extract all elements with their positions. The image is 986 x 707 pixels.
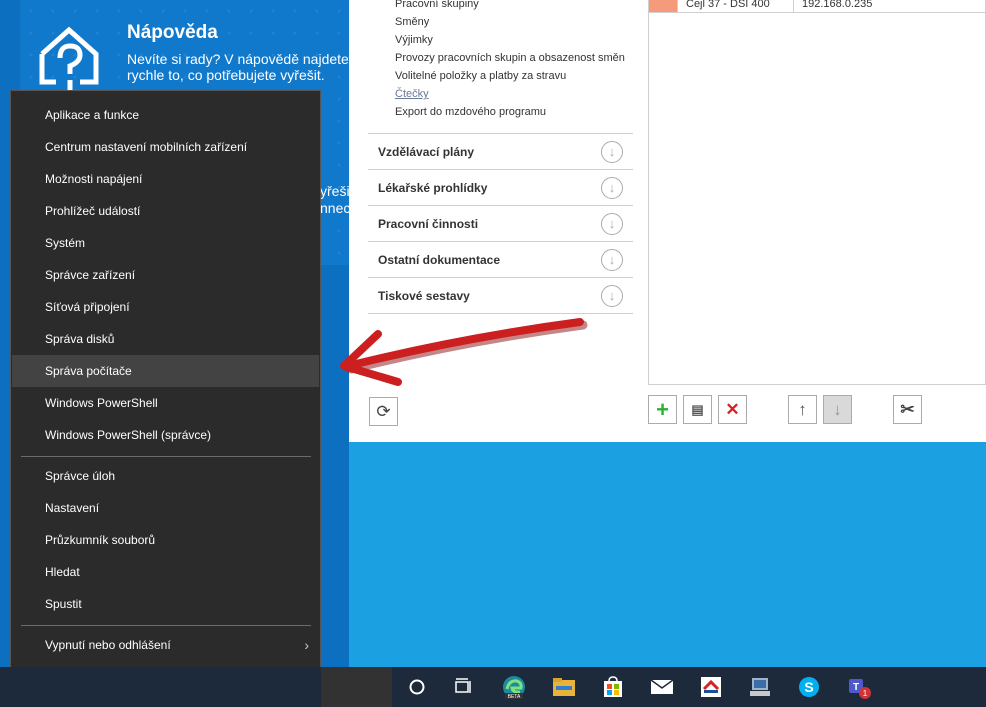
accordion-label: Vzdělávací plány bbox=[378, 144, 475, 159]
edit-button[interactable]: ▤ bbox=[683, 395, 712, 424]
tools-icon: ✂ bbox=[900, 399, 915, 419]
menu-separator bbox=[21, 625, 311, 626]
help-fragment-text: yřeši nnec bbox=[320, 183, 349, 217]
chevron-right-icon: › bbox=[304, 637, 309, 653]
help-text-line: Nevíte si rady? V nápovědě najdete bbox=[127, 51, 349, 67]
teams-icon[interactable]: T1 bbox=[845, 673, 873, 701]
store-icon[interactable] bbox=[599, 673, 627, 701]
menu-item-file-explorer[interactable]: Průzkumník souborů bbox=[12, 524, 319, 556]
accordion-item[interactable]: Vzdělávací plány ↓ bbox=[368, 134, 633, 170]
help-text-line: rychle to, co potřebujete vyřešit. bbox=[127, 67, 325, 83]
accordion-item[interactable]: Lékařské prohlídky ↓ bbox=[368, 170, 633, 206]
task-view-icon[interactable] bbox=[450, 673, 478, 701]
accordion-item[interactable]: Pracovní činnosti ↓ bbox=[368, 206, 633, 242]
close-icon: ✕ bbox=[725, 399, 740, 419]
accordion-item[interactable]: Tiskové sestavy ↓ bbox=[368, 278, 633, 314]
network-app-icon[interactable] bbox=[746, 673, 774, 701]
move-down-button[interactable]: ↓ bbox=[823, 395, 852, 424]
sub-link-exceptions[interactable]: Výjimky bbox=[395, 31, 625, 49]
sub-link-shifts[interactable]: Směny bbox=[395, 13, 625, 31]
skype-icon[interactable]: S bbox=[795, 673, 823, 701]
help-title: Nápověda bbox=[127, 22, 218, 43]
svg-text:S: S bbox=[804, 679, 813, 695]
arrow-down-icon: ↓ bbox=[833, 399, 842, 419]
delete-button[interactable]: ✕ bbox=[718, 395, 747, 424]
menu-item-event-viewer[interactable]: Prohlížeč událostí bbox=[12, 195, 319, 227]
expand-icon[interactable]: ↓ bbox=[601, 212, 623, 235]
menu-item-powershell-admin[interactable]: Windows PowerShell (správce) bbox=[12, 419, 319, 451]
app-icon[interactable] bbox=[697, 673, 725, 701]
menu-item-powershell[interactable]: Windows PowerShell bbox=[12, 387, 319, 419]
menu-item-disk-management[interactable]: Správa disků bbox=[12, 323, 319, 355]
menu-item-network-connections[interactable]: Síťová připojení bbox=[12, 291, 319, 323]
svg-text:T: T bbox=[853, 682, 859, 693]
sub-link-work-groups[interactable]: Pracovní skupiny bbox=[395, 0, 625, 13]
menu-item-apps-features[interactable]: Aplikace a funkce bbox=[12, 99, 319, 131]
add-button[interactable]: + bbox=[648, 395, 677, 424]
plus-icon: + bbox=[656, 396, 669, 422]
expand-icon[interactable]: ↓ bbox=[601, 284, 623, 307]
menu-item-power-options[interactable]: Možnosti napájení bbox=[12, 163, 319, 195]
help-logo-icon bbox=[39, 26, 99, 90]
sub-link-operations[interactable]: Provozy pracovních skupin a obsazenost s… bbox=[395, 49, 625, 67]
menu-item-settings[interactable]: Nastavení bbox=[12, 492, 319, 524]
start-context-menu: Aplikace a funkce Centrum nastavení mobi… bbox=[10, 90, 321, 703]
accordion-label: Tiskové sestavy bbox=[378, 288, 470, 303]
edge-beta-icon[interactable]: BETA bbox=[500, 673, 528, 701]
table-row[interactable]: Čejl 37 - DSI 400 192.168.0.235 bbox=[649, 0, 986, 13]
menu-item-system[interactable]: Systém bbox=[12, 227, 319, 259]
menu-item-run[interactable]: Spustit bbox=[12, 588, 319, 620]
menu-item-device-manager[interactable]: Správce zařízení bbox=[12, 259, 319, 291]
refresh-icon: ⟳ bbox=[376, 401, 391, 421]
move-up-button[interactable]: ↑ bbox=[788, 395, 817, 424]
menu-item-label: Vypnutí nebo odhlášení bbox=[45, 638, 171, 652]
arrow-up-icon: ↑ bbox=[798, 399, 807, 419]
table-cell-reader: Čejl 37 - DSI 400 bbox=[677, 0, 793, 12]
accordion-label: Ostatní dokumentace bbox=[378, 252, 501, 267]
tools-button[interactable]: ✂ bbox=[893, 395, 922, 424]
teams-notification-badge: 1 bbox=[863, 689, 868, 698]
sub-link-export[interactable]: Export do mzdového programu bbox=[395, 103, 625, 121]
sub-link-optional-items[interactable]: Volitelné položky a platby za stravu bbox=[395, 67, 625, 85]
expand-icon[interactable]: ↓ bbox=[601, 248, 623, 271]
edit-icon: ▤ bbox=[691, 401, 704, 417]
sub-link-readers[interactable]: Čtečky bbox=[395, 85, 625, 103]
sub-links: Pracovní skupiny Směny Výjimky Provozy p… bbox=[395, 0, 625, 121]
menu-item-mobility-center[interactable]: Centrum nastavení mobilních zařízení bbox=[12, 131, 319, 163]
menu-separator bbox=[21, 456, 311, 457]
help-fragment-line: yřeši bbox=[320, 183, 349, 199]
expand-icon[interactable]: ↓ bbox=[601, 140, 623, 163]
menu-item-search[interactable]: Hledat bbox=[12, 556, 319, 588]
menu-item-task-manager[interactable]: Správce úloh bbox=[12, 460, 319, 492]
mail-icon[interactable] bbox=[648, 673, 676, 701]
row-marker bbox=[649, 0, 677, 12]
accordion: Vzdělávací plány ↓ Lékařské prohlídky ↓ … bbox=[368, 133, 633, 314]
table-cell-ip: 192.168.0.235 bbox=[793, 0, 911, 12]
menu-item-shutdown[interactable]: Vypnutí nebo odhlášení › bbox=[12, 629, 319, 661]
menu-item-computer-management[interactable]: Správa počítače bbox=[12, 355, 319, 387]
edge-beta-badge: BETA bbox=[508, 694, 521, 700]
app-window: Pracovní skupiny Směny Výjimky Provozy p… bbox=[349, 0, 986, 442]
taskbar: BETA S T1 bbox=[0, 667, 986, 707]
accordion-item[interactable]: Ostatní dokumentace ↓ bbox=[368, 242, 633, 278]
expand-icon[interactable]: ↓ bbox=[601, 176, 623, 199]
help-fragment-line: nnec bbox=[320, 200, 349, 216]
accordion-label: Lékařské prohlídky bbox=[378, 180, 488, 195]
file-explorer-icon[interactable] bbox=[550, 673, 578, 701]
refresh-button[interactable]: ⟳ bbox=[369, 397, 398, 426]
taskbar-search-box[interactable] bbox=[321, 667, 392, 707]
accordion-label: Pracovní činnosti bbox=[378, 216, 479, 231]
help-text: Nevíte si rady? V nápovědě najdete rychl… bbox=[127, 51, 349, 83]
data-table[interactable]: Čejl 37 - DSI 400 192.168.0.235 bbox=[648, 0, 986, 385]
cortana-icon[interactable] bbox=[403, 673, 431, 701]
